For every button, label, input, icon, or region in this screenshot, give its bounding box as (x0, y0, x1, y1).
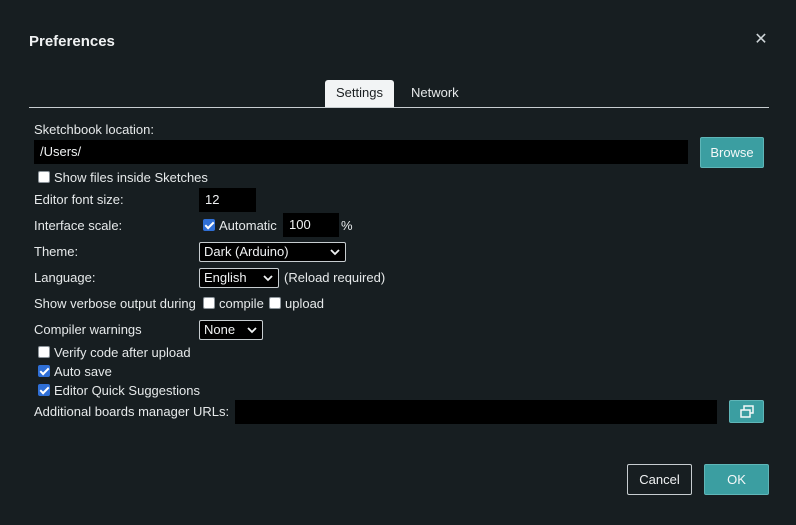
compiler-warnings-label: Compiler warnings (34, 322, 142, 337)
compiler-warnings-select[interactable]: None (199, 320, 263, 340)
compiler-warnings-value: None (204, 322, 236, 337)
language-select[interactable]: English (199, 268, 279, 288)
tab-bar: Settings Network (29, 80, 769, 108)
chevron-down-icon (330, 249, 340, 256)
tab-network[interactable]: Network (400, 80, 470, 106)
interface-scale-label: Interface scale: (34, 218, 123, 233)
auto-save-checkbox[interactable] (38, 365, 50, 377)
chevron-down-icon (247, 327, 257, 334)
boards-urls-label: Additional boards manager URLs: (34, 404, 230, 419)
theme-label: Theme: (34, 244, 79, 259)
verbose-compile-label: compile (219, 296, 264, 311)
preferences-dialog: Preferences ✕ Settings Network Sketchboo… (0, 0, 796, 525)
dialog-title: Preferences (29, 33, 115, 50)
verify-code-checkbox[interactable] (38, 346, 50, 358)
chevron-down-icon (263, 275, 273, 282)
verbose-upload-checkbox[interactable] (269, 297, 281, 309)
theme-select[interactable]: Dark (Arduino) (199, 242, 346, 262)
verbose-output-label: Show verbose output during (34, 296, 196, 311)
reload-required-note: (Reload required) (284, 270, 386, 285)
quick-suggestions-label: Editor Quick Suggestions (54, 383, 200, 398)
show-files-checkbox[interactable] (38, 171, 50, 183)
quick-suggestions-checkbox[interactable] (38, 384, 50, 396)
verbose-upload-label: upload (285, 296, 325, 311)
close-icon[interactable]: ✕ (753, 32, 769, 48)
font-size-label: Editor font size: (34, 192, 124, 207)
language-select-value: English (204, 270, 247, 285)
font-size-input[interactable]: 12 (199, 188, 256, 212)
theme-select-value: Dark (Arduino) (204, 244, 289, 259)
interface-scale-input[interactable]: 100 (283, 213, 339, 237)
show-files-label: Show files inside Sketches (54, 170, 208, 185)
auto-save-label: Auto save (54, 364, 112, 379)
browse-button[interactable]: Browse (700, 137, 764, 168)
percent-unit-label: % (341, 218, 353, 233)
boards-urls-input[interactable] (235, 400, 717, 424)
sketchbook-location-label: Sketchbook location: (34, 122, 154, 137)
automatic-scale-label: Automatic (219, 218, 277, 233)
automatic-scale-checkbox[interactable] (203, 219, 215, 231)
sketchbook-location-input[interactable]: /Users/ (34, 140, 688, 164)
verbose-compile-checkbox[interactable] (203, 297, 215, 309)
open-in-window-icon (739, 405, 754, 418)
verify-code-label: Verify code after upload (54, 345, 191, 360)
boards-urls-edit-button[interactable] (729, 400, 764, 423)
tab-settings[interactable]: Settings (325, 80, 394, 107)
cancel-button[interactable]: Cancel (627, 464, 692, 495)
language-label: Language: (34, 270, 96, 285)
ok-button[interactable]: OK (704, 464, 769, 495)
